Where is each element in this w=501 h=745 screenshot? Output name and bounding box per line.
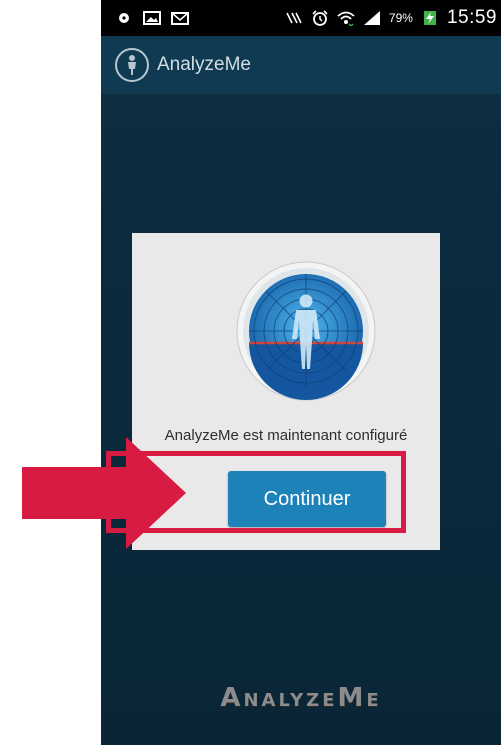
status-bar: 79% 15:59 <box>101 0 501 36</box>
pointer-arrow-icon <box>22 437 186 549</box>
notification-dot-icon <box>119 13 129 23</box>
alarm-icon <box>312 10 328 26</box>
signal-icon <box>363 11 380 25</box>
brand-logo: AnalyzeMe <box>220 683 382 713</box>
status-clock: 15:59 <box>446 7 497 28</box>
action-bar: AnalyzeMe <box>101 36 501 94</box>
app-logo-icon[interactable] <box>115 48 149 82</box>
wifi-icon <box>337 11 355 26</box>
battery-charging-icon <box>423 11 436 25</box>
app-title: AnalyzeMe <box>157 54 251 75</box>
body-scan-radar-icon <box>236 261 376 401</box>
nfc-icon <box>286 12 302 24</box>
battery-percent: 79% <box>388 11 413 25</box>
phone-screen: 79% 15:59 AnalyzeMe AnalyzeMe est mainte… <box>101 0 501 745</box>
image-icon <box>143 11 161 25</box>
email-icon <box>171 12 189 25</box>
